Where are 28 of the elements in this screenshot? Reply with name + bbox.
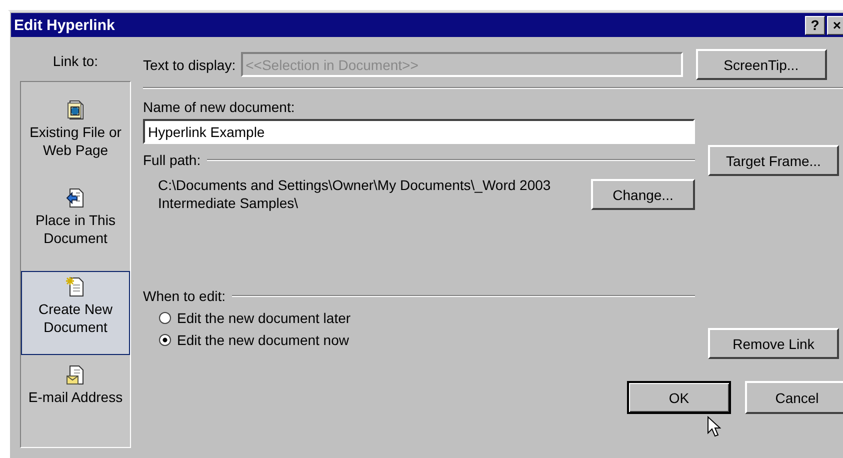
ok-button[interactable]: OK bbox=[627, 381, 731, 414]
radio-option[interactable]: Edit the new document later bbox=[159, 310, 695, 326]
text-to-display-label: Text to display: bbox=[143, 56, 236, 72]
remove-link-button[interactable]: Remove Link bbox=[708, 328, 839, 359]
radio-button[interactable] bbox=[159, 334, 171, 346]
screentip-button[interactable]: ScreenTip... bbox=[696, 49, 827, 80]
new-document-icon bbox=[64, 276, 86, 298]
mouse-pointer-icon bbox=[707, 416, 721, 438]
window-title: Edit Hyperlink bbox=[14, 16, 115, 34]
link-type-item[interactable]: E-mail Address bbox=[21, 358, 130, 443]
full-path-text: C:\Documents and Settings\Owner\My Documents\_Word 2003 Intermediate Samples\ bbox=[157, 176, 552, 212]
link-type-item[interactable]: Place in This Document bbox=[21, 182, 130, 266]
help-button[interactable]: ? bbox=[805, 16, 825, 34]
full-path-label: Full path: bbox=[143, 152, 201, 168]
name-of-new-document-label: Name of new document: bbox=[143, 99, 296, 115]
radio-option[interactable]: Edit the new document now bbox=[159, 332, 695, 348]
link-to-label: Link to: bbox=[52, 53, 98, 69]
cancel-button[interactable]: Cancel bbox=[745, 381, 843, 414]
change-button[interactable]: Change... bbox=[591, 179, 695, 210]
document-arrow-icon bbox=[64, 187, 86, 210]
target-frame-button[interactable]: Target Frame... bbox=[708, 145, 839, 176]
link-type-item[interactable]: Create New Document bbox=[21, 270, 130, 355]
radio-button[interactable] bbox=[159, 312, 171, 324]
link-type-item[interactable]: Existing File or Web Page bbox=[21, 94, 130, 178]
when-to-edit-label: When to edit: bbox=[143, 288, 226, 304]
envelope-document-icon bbox=[64, 364, 86, 386]
close-button[interactable]: × bbox=[827, 16, 843, 34]
document-name-field[interactable]: Hyperlink Example bbox=[143, 119, 695, 144]
